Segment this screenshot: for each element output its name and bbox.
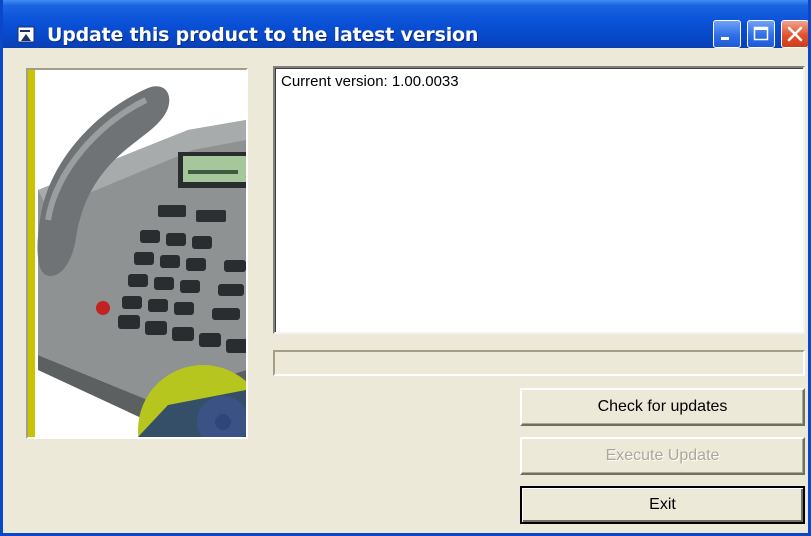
product-photo [26, 68, 248, 439]
window-title: Update this product to the latest versio… [47, 24, 479, 46]
check-for-updates-button[interactable]: Check for updates [520, 388, 805, 426]
minimize-button[interactable] [713, 20, 741, 48]
update-window: Update this product to the latest versio… [0, 0, 811, 536]
application-icon[interactable] [17, 25, 37, 45]
version-log-textbox[interactable]: Current version: 1.00.0033 [273, 66, 805, 334]
close-icon [787, 26, 803, 42]
current-version-text: Current version: 1.00.0033 [281, 73, 459, 90]
close-button[interactable] [781, 20, 808, 48]
exit-button[interactable]: Exit [520, 486, 805, 524]
maximize-button[interactable] [747, 20, 775, 48]
execute-update-button[interactable]: Execute Update [520, 437, 805, 475]
update-progress-bar [273, 350, 805, 376]
desk-phone-image [28, 70, 246, 437]
title-bar[interactable]: Update this product to the latest versio… [3, 0, 808, 48]
maximize-icon [753, 26, 769, 41]
minimize-icon [721, 37, 729, 40]
